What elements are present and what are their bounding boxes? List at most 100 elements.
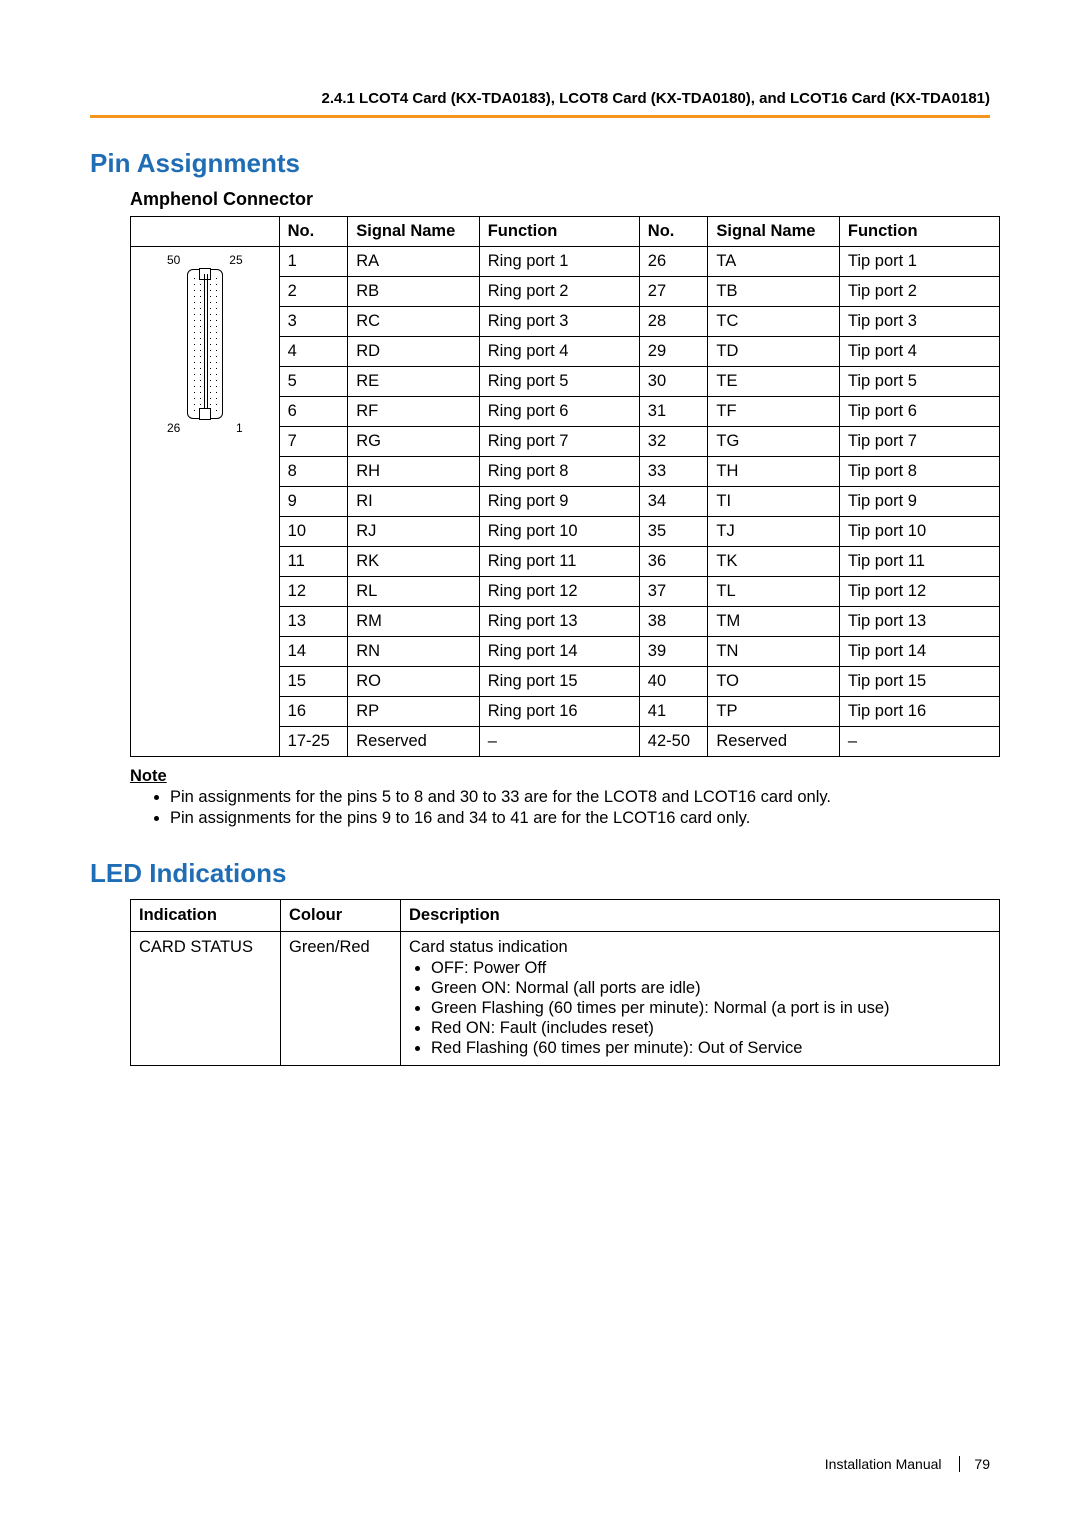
connector-pin-25: 25 bbox=[229, 253, 242, 267]
pin-cell: TE bbox=[708, 367, 839, 397]
pin-assignment-table: No. Signal Name Function No. Signal Name… bbox=[130, 216, 1000, 757]
pin-cell: 39 bbox=[639, 637, 708, 667]
col-no-1: No. bbox=[279, 217, 348, 247]
pin-cell: Tip port 8 bbox=[839, 457, 999, 487]
pin-cell: RK bbox=[348, 547, 479, 577]
pin-cell: Ring port 4 bbox=[479, 337, 639, 367]
pin-cell: Ring port 5 bbox=[479, 367, 639, 397]
led-desc-list: OFF: Power Off Green ON: Normal (all por… bbox=[431, 959, 991, 1058]
pin-cell: 8 bbox=[279, 457, 348, 487]
pin-cell: 7 bbox=[279, 427, 348, 457]
pin-cell: TB bbox=[708, 277, 839, 307]
pin-cell: Ring port 1 bbox=[479, 247, 639, 277]
pin-cell: RI bbox=[348, 487, 479, 517]
pin-cell: Tip port 16 bbox=[839, 697, 999, 727]
pin-cell: RL bbox=[348, 577, 479, 607]
pin-cell: TI bbox=[708, 487, 839, 517]
pin-cell: TP bbox=[708, 697, 839, 727]
pin-cell: 30 bbox=[639, 367, 708, 397]
pin-cell: Tip port 9 bbox=[839, 487, 999, 517]
pin-cell: 40 bbox=[639, 667, 708, 697]
pin-cell: RH bbox=[348, 457, 479, 487]
col-description: Description bbox=[401, 900, 1000, 932]
pin-cell: – bbox=[479, 727, 639, 757]
pin-cell: Ring port 14 bbox=[479, 637, 639, 667]
pin-cell: 5 bbox=[279, 367, 348, 397]
note-item: Pin assignments for the pins 9 to 16 and… bbox=[170, 809, 990, 828]
led-desc-item: OFF: Power Off bbox=[431, 959, 991, 978]
section-pin-assignments-title: Pin Assignments bbox=[90, 148, 990, 179]
led-row: CARD STATUS Green/Red Card status indica… bbox=[131, 932, 1000, 1066]
pin-cell: 31 bbox=[639, 397, 708, 427]
footer-page-number: 79 bbox=[959, 1456, 990, 1472]
pin-cell: 29 bbox=[639, 337, 708, 367]
pin-cell: 38 bbox=[639, 607, 708, 637]
connector-diagram-cell: 5025261 bbox=[131, 247, 280, 757]
col-signal-2: Signal Name bbox=[708, 217, 839, 247]
pin-cell: 12 bbox=[279, 577, 348, 607]
pin-cell: TC bbox=[708, 307, 839, 337]
pin-cell: Ring port 9 bbox=[479, 487, 639, 517]
pin-cell: Tip port 6 bbox=[839, 397, 999, 427]
connector-diagram: 5025261 bbox=[137, 253, 273, 435]
pin-cell: RM bbox=[348, 607, 479, 637]
pin-cell: RP bbox=[348, 697, 479, 727]
pin-cell: Tip port 4 bbox=[839, 337, 999, 367]
led-desc-item: Red ON: Fault (includes reset) bbox=[431, 1019, 991, 1038]
led-desc-item: Red Flashing (60 times per minute): Out … bbox=[431, 1039, 991, 1058]
pin-cell: Ring port 16 bbox=[479, 697, 639, 727]
pin-cell: Ring port 7 bbox=[479, 427, 639, 457]
pin-cell: 9 bbox=[279, 487, 348, 517]
pin-cell: 34 bbox=[639, 487, 708, 517]
pin-cell: Tip port 13 bbox=[839, 607, 999, 637]
pin-cell: 3 bbox=[279, 307, 348, 337]
pin-cell: TG bbox=[708, 427, 839, 457]
pin-cell: TK bbox=[708, 547, 839, 577]
pin-table-header-row: No. Signal Name Function No. Signal Name… bbox=[131, 217, 1000, 247]
page-header: 2.4.1 LCOT4 Card (KX-TDA0183), LCOT8 Car… bbox=[90, 90, 990, 118]
pin-diagram-header bbox=[131, 217, 280, 247]
led-description-cell: Card status indication OFF: Power Off Gr… bbox=[401, 932, 1000, 1066]
pin-cell: 15 bbox=[279, 667, 348, 697]
pin-cell: 32 bbox=[639, 427, 708, 457]
led-desc-item: Green Flashing (60 times per minute): No… bbox=[431, 999, 991, 1018]
amphenol-subtitle: Amphenol Connector bbox=[130, 189, 990, 210]
note-item: Pin assignments for the pins 5 to 8 and … bbox=[170, 788, 990, 807]
pin-cell: Ring port 8 bbox=[479, 457, 639, 487]
pin-cell: Ring port 15 bbox=[479, 667, 639, 697]
page-footer: Installation Manual 79 bbox=[825, 1456, 990, 1472]
pin-cell: TJ bbox=[708, 517, 839, 547]
pin-cell: Tip port 2 bbox=[839, 277, 999, 307]
pin-cell: Ring port 13 bbox=[479, 607, 639, 637]
connector-pin-50: 50 bbox=[167, 253, 180, 267]
pin-cell: Ring port 6 bbox=[479, 397, 639, 427]
pin-cell: RJ bbox=[348, 517, 479, 547]
led-desc-lead: Card status indication bbox=[409, 938, 568, 956]
led-indications-table: Indication Colour Description CARD STATU… bbox=[130, 899, 1000, 1066]
pin-cell: 17-25 bbox=[279, 727, 348, 757]
col-function-1: Function bbox=[479, 217, 639, 247]
pin-cell: Tip port 7 bbox=[839, 427, 999, 457]
pin-cell: Tip port 12 bbox=[839, 577, 999, 607]
pin-cell: 2 bbox=[279, 277, 348, 307]
pin-cell: Reserved bbox=[708, 727, 839, 757]
pin-cell: 16 bbox=[279, 697, 348, 727]
section-led-indications-title: LED Indications bbox=[90, 858, 990, 889]
pin-cell: Ring port 3 bbox=[479, 307, 639, 337]
pin-row: 50252611RARing port 126TATip port 1 bbox=[131, 247, 1000, 277]
pin-cell: TF bbox=[708, 397, 839, 427]
pin-cell: 6 bbox=[279, 397, 348, 427]
pin-cell: TN bbox=[708, 637, 839, 667]
pin-cell: – bbox=[839, 727, 999, 757]
pin-cell: RA bbox=[348, 247, 479, 277]
pin-cell: 10 bbox=[279, 517, 348, 547]
pin-cell: TL bbox=[708, 577, 839, 607]
connector-pin-26: 26 bbox=[167, 421, 180, 435]
pin-cell: Tip port 1 bbox=[839, 247, 999, 277]
pin-cell: 33 bbox=[639, 457, 708, 487]
pin-cell: RG bbox=[348, 427, 479, 457]
pin-cell: Tip port 5 bbox=[839, 367, 999, 397]
pin-cell: 13 bbox=[279, 607, 348, 637]
led-desc-item: Green ON: Normal (all ports are idle) bbox=[431, 979, 991, 998]
pin-cell: 37 bbox=[639, 577, 708, 607]
